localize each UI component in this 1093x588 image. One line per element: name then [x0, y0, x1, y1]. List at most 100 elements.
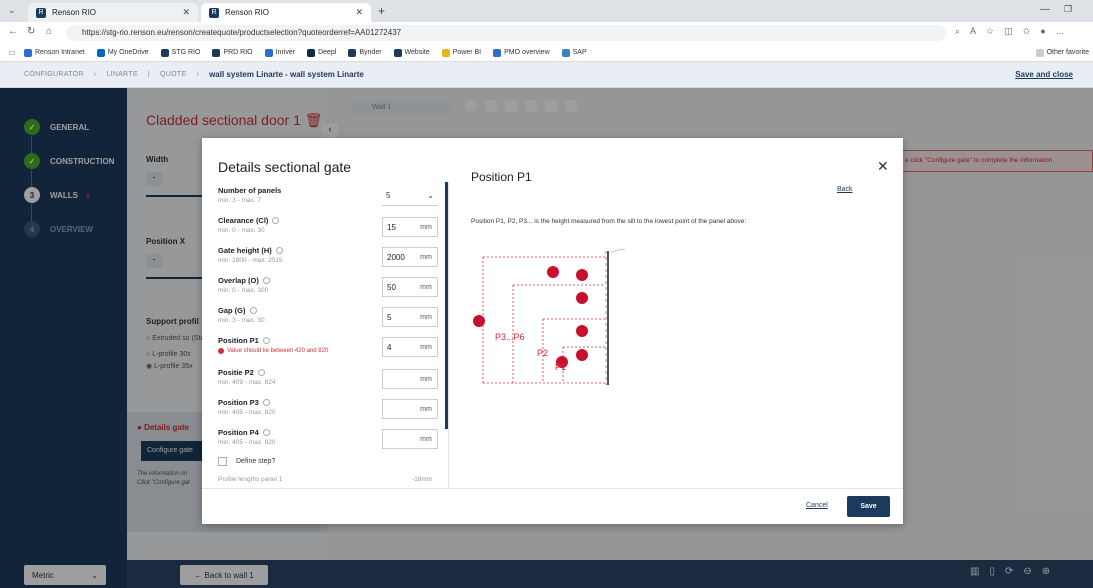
gate-height-input[interactable]: 2000 mm: [382, 247, 438, 267]
close-icon[interactable]: ✕: [877, 158, 889, 175]
overlap-input[interactable]: 50 mm: [382, 277, 438, 297]
rail-curve: [610, 249, 625, 254]
label-p3-p6: P3...P6: [495, 332, 525, 342]
position-p2-input[interactable]: mm: [382, 369, 438, 389]
modal-footer-divider: [202, 488, 903, 489]
scroll-indicator[interactable]: [445, 182, 448, 429]
info-icon[interactable]: [262, 277, 270, 284]
pmo-icon: [493, 48, 502, 57]
back-link[interactable]: Back: [837, 186, 853, 193]
browser-tab-2[interactable]: R Renson RIO ✕: [201, 3, 371, 22]
read-aloud-icon[interactable]: A: [970, 26, 976, 37]
define-step-checkbox[interactable]: [218, 457, 227, 466]
url-field[interactable]: https://stg-rio.renson.eu/renson/createq…: [66, 25, 946, 41]
onedrive-icon: [96, 48, 105, 57]
browser-tab-1[interactable]: R Renson RIO ✕: [28, 3, 198, 22]
label-p1: P1: [555, 362, 566, 372]
save-and-close-link[interactable]: Save and close: [1015, 70, 1073, 79]
favorites-icon[interactable]: ✩: [1023, 26, 1031, 37]
info-icon[interactable]: [262, 337, 270, 344]
info-icon[interactable]: [272, 217, 280, 224]
field-position-p2: Positie P2 min. 409 - max. 824: [218, 368, 276, 386]
tab-label: Renson RIO: [52, 8, 97, 17]
renson-favicon-icon: R: [36, 7, 46, 18]
field-clearance: Clearance (Cl) min. 0 - max. 30: [218, 216, 280, 234]
more-icon[interactable]: …: [1056, 26, 1065, 37]
inriver-icon: [264, 48, 273, 57]
info-icon[interactable]: [262, 399, 270, 406]
home-icon[interactable]: ⌂: [46, 26, 52, 37]
website-icon: [393, 48, 402, 57]
profile-avatar-icon[interactable]: ●: [1040, 26, 1045, 37]
favorites-bar: ▭ Renson Intranet My OneDrive STG RIO PR…: [0, 44, 1093, 62]
tab-label: Renson RIO: [225, 8, 270, 17]
minimize-icon[interactable]: —: [1040, 4, 1050, 15]
other-favorites[interactable]: Other favorite: [1035, 48, 1089, 57]
breadcrumb-quote[interactable]: QUOTE: [160, 71, 186, 78]
breadcrumb-separator: |: [147, 71, 151, 78]
field-overlap: Overlap (O) min. 0 - max. 300: [218, 276, 270, 294]
browser-toolbar-icons: ⌕ A ☆ ◫ ✩ ● …: [955, 26, 1065, 37]
breadcrumb-configurator[interactable]: CONFIGURATOR: [24, 71, 84, 78]
profile-lengths-value: -18mm: [412, 476, 433, 483]
error-icon: [218, 348, 224, 354]
fav-item[interactable]: My OneDrive: [96, 48, 149, 57]
clearance-input[interactable]: 15 mm: [382, 217, 438, 237]
position-help-title: Position P1: [471, 170, 532, 184]
fav-item[interactable]: Deepl: [307, 48, 336, 57]
tab-close-icon[interactable]: ✕: [355, 7, 363, 18]
fav-item[interactable]: STG RIO: [160, 48, 200, 57]
split-icon[interactable]: ◫: [1004, 26, 1013, 37]
gap-input[interactable]: 5 mm: [382, 307, 438, 327]
folder-icon: [1035, 48, 1044, 57]
renson-icon: [160, 48, 169, 57]
fav-item[interactable]: Website: [393, 48, 430, 57]
star-icon[interactable]: ☆: [986, 26, 994, 37]
renson-intranet-icon: [24, 48, 32, 57]
field-position-p3: Position P3 min. 405 - max. 820: [218, 398, 276, 416]
panels-select[interactable]: 5 ⌄: [382, 186, 438, 206]
field-gate-height: Gate height (H) min. 1800 - max. 2515: [218, 246, 283, 264]
tab-close-icon[interactable]: ✕: [182, 7, 190, 18]
field-position-p1: Position P1 Value should lie between 420…: [218, 336, 329, 354]
zoom-icon[interactable]: ⌕: [955, 26, 960, 37]
position-description: Position P1, P2, P3... is the height mea…: [471, 218, 747, 225]
info-icon[interactable]: [257, 369, 265, 376]
position-p3-input[interactable]: mm: [382, 399, 438, 419]
info-icon[interactable]: [262, 429, 270, 436]
fav-item[interactable]: Power BI: [441, 48, 481, 57]
app-header: CONFIGURATOR › LINARTE | QUOTE › wall sy…: [0, 62, 1093, 88]
cancel-button[interactable]: Cancel: [806, 502, 828, 509]
deepl-icon: [307, 48, 316, 57]
save-button[interactable]: Save: [847, 496, 890, 517]
gate-fields: Number of panels min. 3 - max. 7 5 ⌄ Clea…: [202, 182, 449, 488]
position-p1-input[interactable]: 4 mm: [382, 337, 438, 357]
info-icon[interactable]: [275, 247, 283, 254]
column-separator: [448, 182, 449, 488]
fav-item[interactable]: Bynder: [348, 48, 382, 57]
breadcrumb-linarte[interactable]: LINARTE: [106, 71, 138, 78]
fav-item[interactable]: PRD RIO: [212, 48, 253, 57]
fav-item[interactable]: Inriver: [264, 48, 295, 57]
page-title: wall system Linarte - wall system Linart…: [209, 70, 364, 79]
powerbi-icon: [441, 48, 450, 57]
fav-item[interactable]: SAP: [561, 48, 587, 57]
fav-item[interactable]: PMO overview: [493, 48, 550, 57]
info-icon[interactable]: [249, 307, 257, 314]
position-p4-input[interactable]: mm: [382, 429, 438, 449]
tab-list-chevron-icon[interactable]: ⌄: [8, 5, 16, 16]
renson-favicon-icon: R: [209, 7, 219, 18]
new-tab-icon[interactable]: +: [378, 4, 385, 18]
fav-item[interactable]: Renson Intranet: [24, 48, 85, 57]
panel-markers: [473, 266, 588, 368]
field-position-p4: Position P4 min. 405 - max. 820: [218, 428, 276, 446]
label-p2: P2: [537, 348, 548, 358]
modal-title: Details sectional gate: [218, 159, 352, 175]
profile-lengths-label: Profile lengths panel 1: [218, 476, 283, 483]
breadcrumb-separator: ›: [196, 71, 200, 78]
restore-icon[interactable]: ❐: [1064, 4, 1072, 15]
collections-icon[interactable]: ▭: [0, 48, 24, 57]
position-diagram: P3...P6 P2 P1: [473, 249, 625, 385]
refresh-icon[interactable]: ↻: [27, 26, 35, 37]
back-arrow-icon[interactable]: ←: [8, 26, 18, 37]
